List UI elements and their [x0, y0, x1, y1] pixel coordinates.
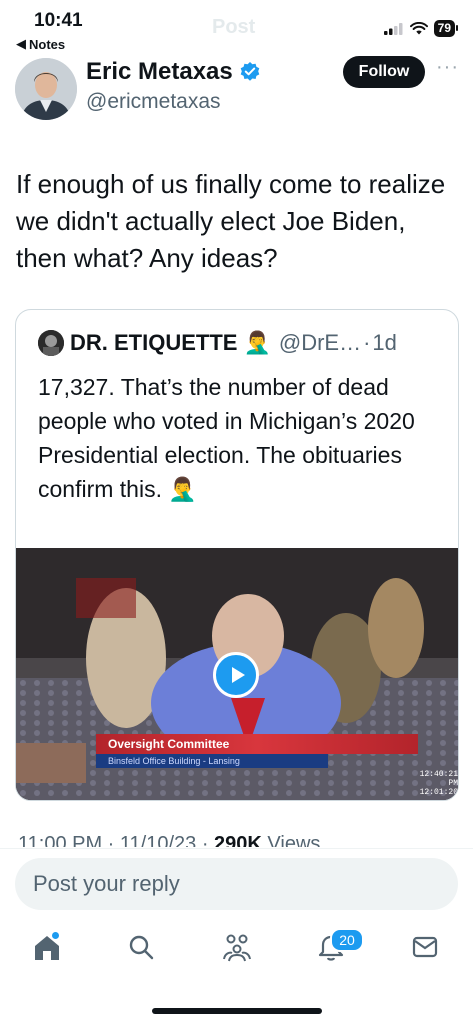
home-indicator [152, 1008, 322, 1014]
back-triangle-icon: ◀ [16, 36, 26, 51]
tab-search[interactable] [124, 930, 158, 964]
video-clock-line1: 12:40:21 PM [419, 770, 458, 788]
author-handle[interactable]: @ericmetaxas [86, 90, 221, 114]
video-banner-title: Oversight Committee [96, 734, 418, 754]
author-name-row[interactable]: Eric Metaxas [86, 58, 261, 86]
back-to-notes-link[interactable]: ◀ Notes [16, 36, 65, 52]
author-name[interactable]: Eric Metaxas [86, 58, 233, 86]
play-button[interactable] [213, 652, 259, 698]
follow-button[interactable]: Follow [343, 56, 425, 88]
video-banner-subtitle: Binsfeld Office Building - Lansing [96, 754, 328, 768]
header-title: Post [212, 16, 256, 38]
search-icon [129, 935, 154, 960]
status-time: 10:41 [34, 10, 83, 31]
home-unread-dot [52, 932, 59, 939]
view-count-label: Views [261, 833, 321, 847]
facepalm-emoji: 🤦‍♂️ [243, 330, 271, 355]
quoted-tweet-age: 1d [372, 330, 397, 355]
video-clock-line2: 12:01:20 [419, 788, 458, 797]
mail-icon [412, 936, 438, 958]
reply-input[interactable] [15, 858, 458, 910]
quoted-author-avatar[interactable] [38, 330, 64, 356]
cellular-signal-icon [383, 22, 403, 35]
quoted-author-handle[interactable]: @DrE… [279, 330, 361, 356]
verified-badge-icon [240, 62, 260, 81]
tab-communities[interactable] [220, 930, 254, 964]
view-count: 290K [214, 833, 262, 847]
notifications-badge: 20 [330, 928, 364, 952]
author-avatar[interactable] [15, 58, 77, 120]
quoted-tweet-header: DR. ETIQUETTE 🤦‍♂️ @DrE… · 1d [38, 330, 397, 356]
tweet-text: If enough of us finally come to realize … [16, 169, 446, 273]
tweet-timestamp: 11:00 PM · 11/10/23 · [18, 833, 215, 847]
video-player[interactable]: Oversight Committee Binsfeld Office Buil… [16, 548, 458, 800]
more-options-icon[interactable]: ··· [436, 56, 459, 79]
quoted-tweet-card[interactable]: DR. ETIQUETTE 🤦‍♂️ @DrE… · 1d 17,327. Th… [15, 309, 459, 801]
communities-icon [223, 934, 251, 962]
bottom-tab-bar: 20 [0, 928, 473, 970]
play-icon [232, 667, 245, 683]
video-clock: 12:40:21 PM 12:01:20 [416, 770, 458, 797]
reply-divider [0, 848, 473, 849]
tab-messages[interactable] [408, 930, 442, 964]
back-app-label: Notes [29, 36, 66, 52]
status-icons: 79 [383, 20, 459, 37]
video-lower-third: Oversight Committee Binsfeld Office Buil… [96, 734, 418, 772]
battery-icon: 79 [433, 20, 459, 37]
quoted-tweet-text: 17,327. That’s the number of dead people… [38, 374, 415, 502]
tweet-meta-line: 11:00 PM · 11/10/23 · 290K Views [18, 833, 320, 847]
quoted-author-name[interactable]: DR. ETIQUETTE [70, 330, 237, 356]
meta-separator: · [363, 330, 371, 355]
wifi-icon [409, 22, 428, 35]
